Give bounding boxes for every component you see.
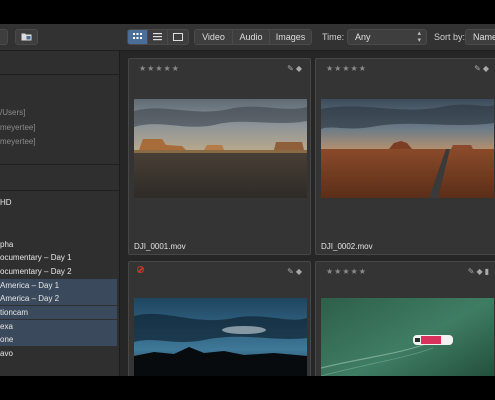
single-view-button[interactable] (168, 30, 188, 44)
clip-grid: ★★★★★ ✎◆ DJI_0001.mov ★★★★★ ✎◆ DJI_0002.… (120, 51, 495, 376)
clip-actions: ✎◆ (474, 64, 491, 73)
time-select-value: Any (355, 32, 371, 42)
reject-flag-icon[interactable] (137, 266, 144, 273)
grid-view-button[interactable] (128, 30, 148, 44)
clip-thumbnail[interactable] (134, 99, 307, 198)
star-rating[interactable]: ★★★★★ (139, 64, 180, 73)
sort-select[interactable]: Name (465, 29, 495, 45)
tag-icon[interactable]: ◆ (476, 267, 484, 276)
toolbar: Video Audio Images Time: Any ▴ ▾ Sort by:… (0, 24, 495, 51)
clip-actions: ✎◆ (287, 267, 304, 276)
sidebar-item-bravo[interactable]: avo (0, 347, 117, 360)
sidebar: /Users] meyertee] meyertee] HD pha ocume… (0, 51, 120, 376)
trash-icon[interactable]: ▮ (485, 267, 491, 276)
sidebar-item-america-day-2[interactable]: America – Day 2 (0, 292, 117, 305)
media-filter-segment: Video Audio Images (194, 29, 312, 45)
clip-card[interactable]: ★★★★★ ✎◆ DJI_0002.mov (315, 58, 495, 255)
sidebar-item-documentary-day-1[interactable]: ocumentary – Day 1 (0, 251, 117, 264)
clip-card[interactable]: ✎◆ (128, 261, 311, 376)
sidebar-item-hd[interactable]: HD (0, 196, 117, 209)
filter-audio-button[interactable]: Audio (233, 30, 270, 44)
time-label: Time: (322, 32, 345, 42)
pencil-icon[interactable]: ✎ (287, 267, 296, 276)
sidebar-path: meyertee] (0, 123, 36, 132)
sidebar-item-alpha[interactable]: pha (0, 238, 117, 251)
sidebar-item-actioncam[interactable]: tioncam (0, 306, 117, 319)
tag-icon[interactable]: ◆ (296, 64, 304, 73)
pencil-icon[interactable]: ✎ (474, 64, 483, 73)
clip-filename: DJI_0001.mov (134, 242, 186, 251)
sort-label: Sort by: (434, 32, 466, 42)
time-select[interactable]: Any ▴ ▾ (347, 29, 427, 45)
app-window: Video Audio Images Time: Any ▴ ▾ Sort by:… (0, 24, 495, 376)
star-rating[interactable]: ★★★★★ (326, 64, 367, 73)
filter-video-button[interactable]: Video (195, 30, 233, 44)
clip-actions: ✎◆▮ (468, 267, 491, 276)
grid-view-icon (133, 33, 142, 39)
single-view-icon (173, 33, 183, 41)
tag-icon[interactable]: ◆ (483, 64, 491, 73)
sidebar-item-america-day-1[interactable]: America – Day 1 (0, 279, 117, 292)
clip-actions: ✎◆ (287, 64, 304, 73)
chevron-updown-icon: ▴ ▾ (417, 30, 421, 44)
sidebar-item-documentary-day-2[interactable]: ocumentary – Day 2 (0, 265, 117, 278)
filter-images-button[interactable]: Images (270, 30, 311, 44)
sidebar-path: meyertee] (0, 137, 36, 146)
toolbar-partial-button[interactable] (0, 29, 8, 45)
tag-icon[interactable]: ◆ (296, 267, 304, 276)
sidebar-item-alexa[interactable]: exa (0, 320, 117, 333)
view-mode-segment (127, 29, 189, 45)
clip-thumbnail[interactable] (321, 99, 494, 198)
pencil-icon[interactable]: ✎ (287, 64, 296, 73)
clip-filename: DJI_0002.mov (321, 242, 373, 251)
clip-card[interactable]: ★★★★★ ✎◆▮ (315, 261, 495, 376)
sidebar-item-drone[interactable]: one (0, 333, 117, 346)
list-view-button[interactable] (148, 30, 168, 44)
clip-card[interactable]: ★★★★★ ✎◆ DJI_0001.mov (128, 58, 311, 255)
star-rating[interactable]: ★★★★★ (326, 267, 367, 276)
sidebar-path: /Users] (0, 108, 26, 117)
clip-thumbnail[interactable] (134, 298, 307, 376)
sort-select-value: Name (473, 32, 495, 42)
folder-button[interactable] (15, 29, 38, 45)
list-view-icon (153, 33, 162, 41)
folder-icon (21, 33, 32, 41)
clip-thumbnail[interactable] (321, 298, 494, 376)
